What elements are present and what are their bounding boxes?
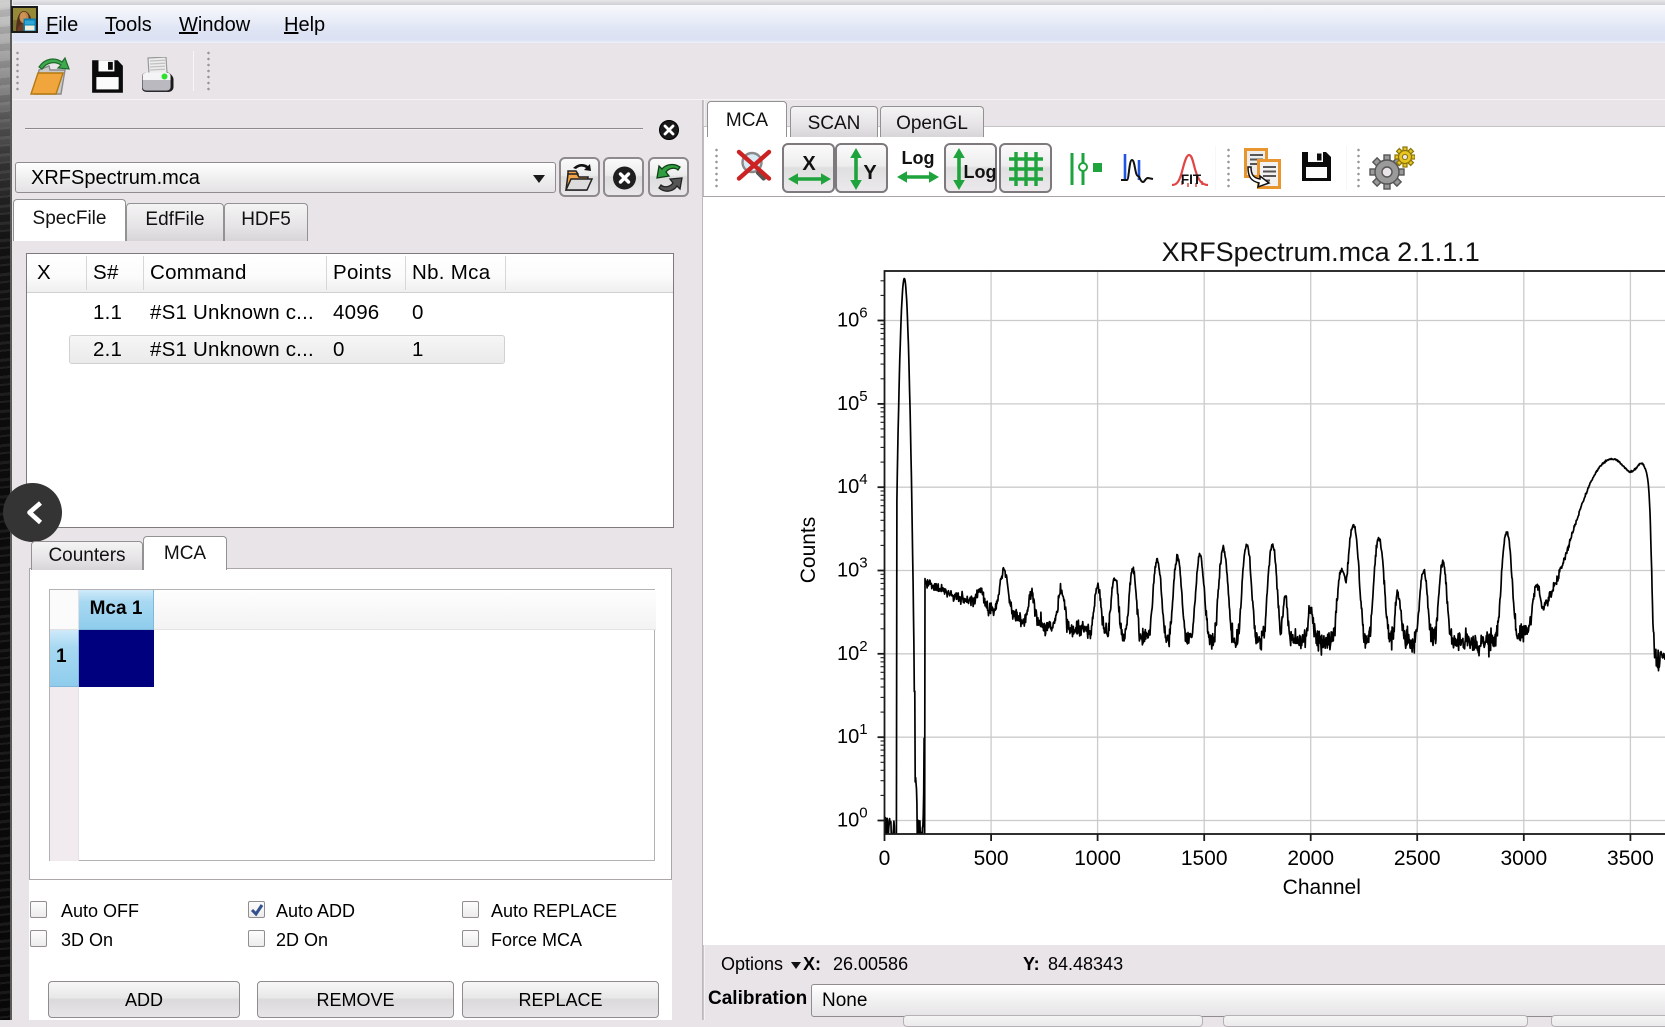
- svg-text:2500: 2500: [1394, 847, 1441, 870]
- svg-text:3000: 3000: [1500, 847, 1547, 870]
- svg-text:FIT: FIT: [1181, 172, 1202, 187]
- svg-text:Y: Y: [863, 162, 877, 184]
- svg-text:Channel: Channel: [1283, 876, 1361, 899]
- svg-text:X: X: [802, 153, 816, 175]
- svg-text:0: 0: [879, 847, 891, 870]
- svg-text:1500: 1500: [1181, 847, 1228, 870]
- svg-text:Counts: Counts: [797, 517, 820, 584]
- svg-text:3500: 3500: [1607, 847, 1654, 870]
- svg-text:1000: 1000: [1074, 847, 1121, 870]
- svg-text:XRFSpectrum.mca 2.1.1.1: XRFSpectrum.mca 2.1.1.1: [1162, 237, 1480, 267]
- svg-text:Log: Log: [902, 148, 935, 168]
- svg-text:500: 500: [974, 847, 1009, 870]
- svg-text:2000: 2000: [1287, 847, 1334, 870]
- svg-text:Log: Log: [964, 162, 997, 182]
